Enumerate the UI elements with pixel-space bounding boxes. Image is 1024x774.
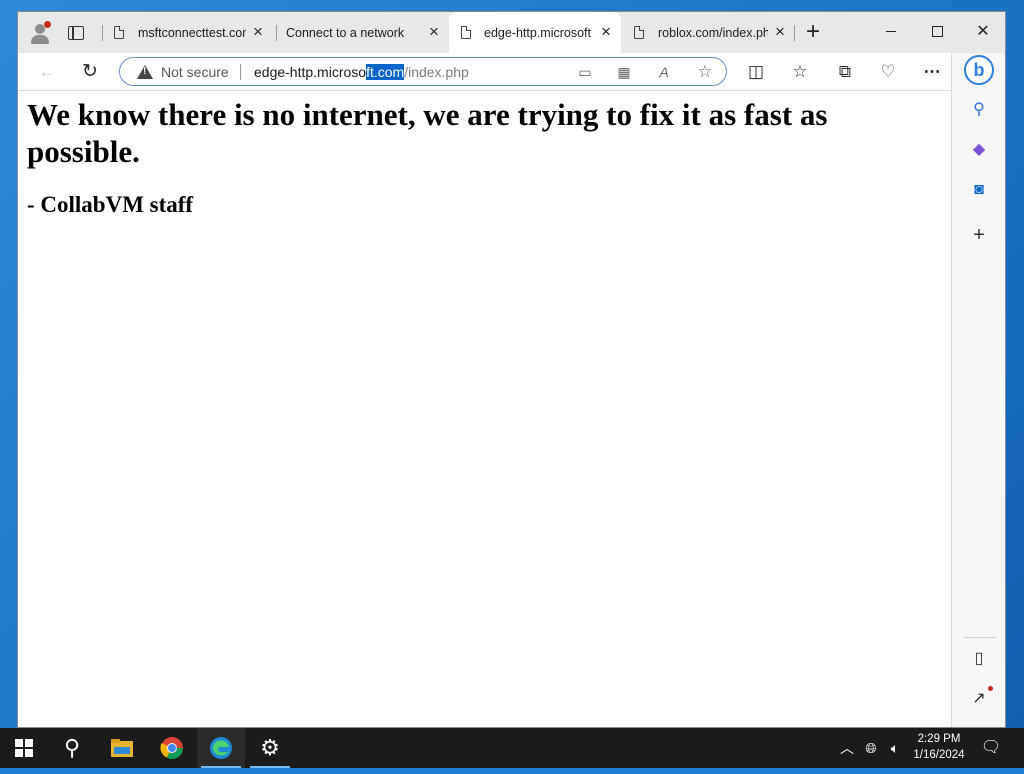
favorite-star-icon[interactable]: ☆ bbox=[695, 62, 715, 82]
address-divider bbox=[240, 64, 241, 80]
page-icon bbox=[114, 26, 124, 39]
tab-title: edge-http.microsoft.com/index.php bbox=[484, 26, 592, 40]
back-arrow-icon[interactable]: ← bbox=[35, 60, 59, 84]
notification-center-icon[interactable]: 🗨︎ bbox=[980, 728, 1002, 768]
page-icon bbox=[634, 26, 644, 39]
volume-muted-icon[interactable]: 🔈︎ bbox=[884, 728, 906, 768]
favorites-icon[interactable]: ☆ bbox=[788, 60, 812, 84]
tools-icon[interactable]: ◆ bbox=[967, 138, 991, 162]
more-options-icon[interactable]: ⋯ bbox=[920, 60, 944, 84]
clock-time: 2:29 PM bbox=[917, 733, 961, 745]
network-globe-icon[interactable]: 🌐︎ bbox=[860, 728, 882, 768]
bing-copilot-icon[interactable]: b bbox=[964, 55, 994, 85]
address-bar[interactable]: Not secure edge-http.microsoft.com/index… bbox=[119, 57, 727, 86]
tab-title: Connect to a network bbox=[286, 26, 405, 40]
warning-icon[interactable] bbox=[137, 65, 153, 79]
url-path: /index.php bbox=[404, 64, 469, 80]
sidebar-divider bbox=[964, 637, 996, 638]
close-tab-icon[interactable]: × bbox=[771, 23, 789, 41]
page-icon bbox=[461, 26, 471, 39]
settings-gear-icon[interactable]: ⚙ bbox=[246, 728, 294, 768]
page-content: We know there is no internet, we are try… bbox=[18, 91, 951, 727]
tab-divider bbox=[102, 25, 103, 41]
profile-avatar-icon[interactable] bbox=[27, 20, 53, 46]
tab-title: msftconnecttest.com bbox=[138, 26, 246, 40]
tab-divider bbox=[276, 25, 277, 41]
close-window-button[interactable]: ✕ bbox=[967, 20, 999, 44]
new-tab-button[interactable]: + bbox=[802, 20, 824, 44]
search-icon[interactable]: ⚲ bbox=[48, 728, 96, 768]
add-sidebar-app-icon[interactable]: + bbox=[967, 223, 991, 247]
search-icon[interactable]: ⚲ bbox=[967, 98, 991, 122]
page-signature: - CollabVM staff bbox=[27, 192, 194, 217]
chrome-icon[interactable] bbox=[148, 728, 196, 768]
tab-edge-http[interactable]: edge-http.microsoft.com/index.php × bbox=[449, 12, 621, 53]
read-aloud-icon[interactable]: A bbox=[654, 62, 674, 82]
tab-msftconnecttest[interactable]: msftconnecttest.com × bbox=[108, 12, 268, 53]
refresh-icon[interactable]: ↻ bbox=[78, 60, 102, 84]
tab-roblox[interactable]: roblox.com/index.php × bbox=[626, 12, 796, 53]
maximize-button[interactable] bbox=[921, 20, 953, 44]
url-text[interactable]: edge-http.microsoft.com/index.php bbox=[254, 64, 469, 80]
tab-actions-icon[interactable] bbox=[67, 24, 85, 42]
start-windows-icon[interactable] bbox=[0, 728, 48, 768]
page-heading: We know there is no internet, we are try… bbox=[27, 97, 828, 169]
url-host: edge-http.microso bbox=[254, 64, 367, 80]
minimize-button[interactable] bbox=[875, 20, 907, 44]
show-hidden-icons-chevron-icon[interactable]: ︿ bbox=[838, 728, 856, 768]
qr-code-icon[interactable]: ▦ bbox=[614, 62, 634, 82]
close-tab-icon[interactable]: × bbox=[425, 23, 443, 41]
open-external-icon[interactable]: ↗ bbox=[967, 687, 991, 711]
close-tab-icon[interactable]: × bbox=[249, 23, 267, 41]
tab-strip: msftconnecttest.com × Connect to a netwo… bbox=[18, 12, 1005, 53]
file-explorer-icon[interactable] bbox=[98, 728, 146, 768]
edge-sidebar: b ⚲ ◆ ◙ + ▯ ↗ ⚙ bbox=[951, 53, 1005, 727]
tab-title: roblox.com/index.php bbox=[658, 26, 768, 40]
hide-sidebar-icon[interactable]: ▯ bbox=[967, 647, 991, 671]
split-screen-icon[interactable]: ◫ bbox=[744, 60, 768, 84]
tab-divider bbox=[794, 25, 795, 41]
url-selection: ft.com bbox=[366, 64, 405, 80]
edge-icon[interactable] bbox=[197, 728, 245, 768]
profile-alert-dot bbox=[44, 21, 51, 28]
browser-window: msftconnecttest.com × Connect to a netwo… bbox=[17, 11, 1006, 728]
outlook-icon[interactable]: ◙ bbox=[967, 178, 991, 202]
taskbar: ⚲ ⚙ ︿ 🌐︎ 🔈︎ 2:29 PM 1/16/2024 🗨︎ bbox=[0, 728, 1024, 768]
clock[interactable]: 2:29 PM 1/16/2024 bbox=[908, 731, 970, 763]
tab-connect-to-network[interactable]: Connect to a network × bbox=[280, 12, 448, 53]
security-label[interactable]: Not secure bbox=[161, 64, 229, 80]
app-available-icon[interactable]: ▭ bbox=[575, 62, 595, 82]
collections-icon[interactable]: ⧉ bbox=[833, 60, 857, 84]
clock-date: 1/16/2024 bbox=[913, 749, 965, 761]
browser-essentials-icon[interactable]: ♡ bbox=[876, 60, 900, 84]
navigation-toolbar: ← ↻ Not secure edge-http.microsoft.com/i… bbox=[18, 53, 1005, 91]
notification-dot bbox=[988, 686, 993, 691]
close-tab-icon[interactable]: × bbox=[597, 23, 615, 41]
